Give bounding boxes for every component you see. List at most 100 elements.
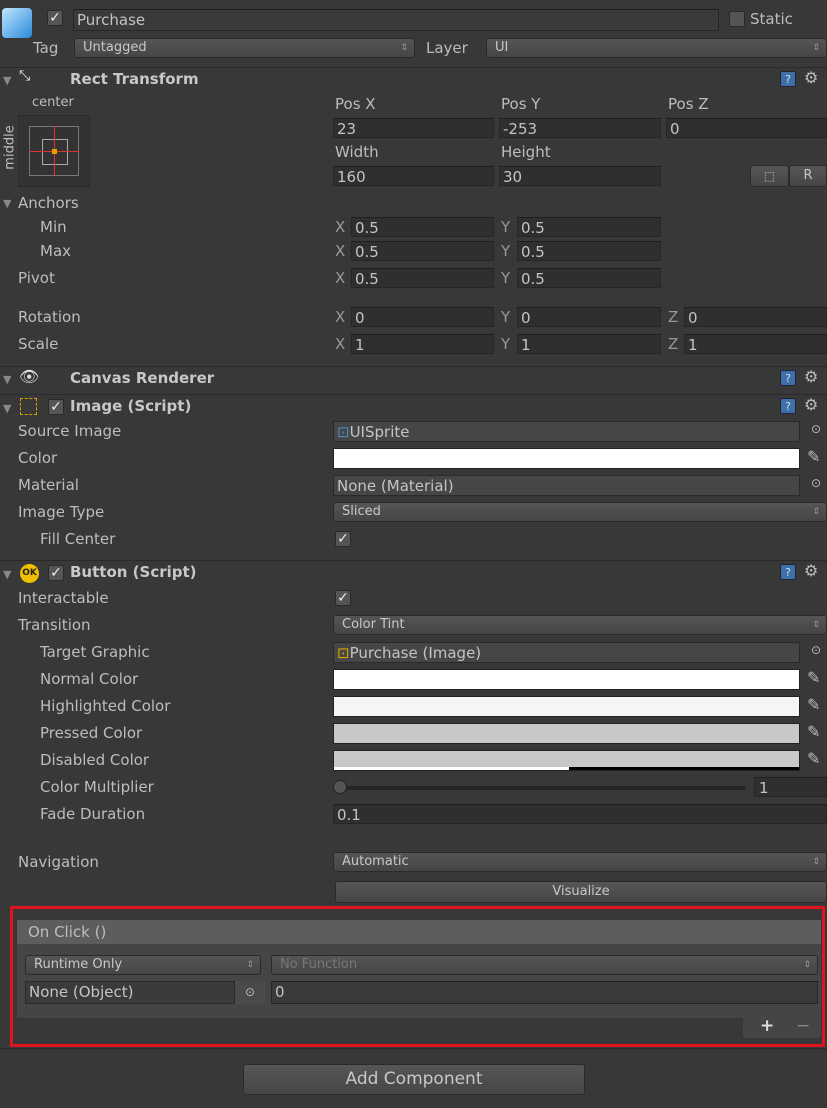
button-title: Button (Script) xyxy=(70,563,197,581)
interactable-checkbox[interactable]: ✓ xyxy=(335,590,351,606)
rect-transform-title: Rect Transform xyxy=(70,70,199,88)
color-multiplier-field[interactable]: 1 xyxy=(754,777,827,797)
disabled-color-swatch[interactable] xyxy=(333,750,800,771)
eyedropper-icon[interactable]: ✎ xyxy=(807,695,820,714)
object-picker-icon[interactable]: ⊙ xyxy=(811,643,821,657)
tag-dropdown[interactable]: Untagged ⇕ xyxy=(74,38,415,58)
source-image-field[interactable]: ⊡UISprite xyxy=(333,421,800,442)
button-enabled-checkbox[interactable]: ✓ xyxy=(48,565,64,581)
layer-dropdown[interactable]: UI ⇕ xyxy=(486,38,827,58)
object-picker-icon[interactable]: ⊙ xyxy=(811,476,821,490)
rotation-x-field[interactable]: 0 xyxy=(351,307,494,327)
gear-icon[interactable]: ⚙ xyxy=(804,367,818,386)
rot-x-label: X xyxy=(335,308,346,326)
static-checkbox[interactable] xyxy=(729,11,745,27)
pivot-y-label: Y xyxy=(501,269,511,287)
image-title: Image (Script) xyxy=(70,397,192,415)
foldout-triangle-icon[interactable]: ▼ xyxy=(3,568,11,581)
help-icon[interactable]: ? xyxy=(780,370,796,386)
fade-duration-field[interactable]: 0.1 xyxy=(333,804,827,824)
color-label: Color xyxy=(18,449,58,467)
image-enabled-checkbox[interactable]: ✓ xyxy=(48,399,64,415)
object-picker-icon[interactable]: ⊙ xyxy=(811,422,821,436)
transition-dropdown[interactable]: Color Tint ⇕ xyxy=(333,615,827,635)
rotation-y-field[interactable]: 0 xyxy=(517,307,661,327)
help-icon[interactable]: ? xyxy=(780,398,796,414)
highlighted-color-swatch[interactable] xyxy=(333,696,800,717)
dropdown-arrow-icon: ⇕ xyxy=(812,620,820,630)
pos-y-label: Pos Y xyxy=(501,95,541,113)
raw-edit-button[interactable]: R xyxy=(789,165,827,187)
pivot-x-label: X xyxy=(335,269,346,287)
visualize-button[interactable]: Visualize xyxy=(335,881,827,903)
add-listener-button[interactable]: + xyxy=(760,1016,774,1036)
tag-value: Untagged xyxy=(83,40,147,55)
name-field[interactable]: Purchase xyxy=(73,9,719,31)
argument-field[interactable]: 0 xyxy=(271,981,818,1004)
blueprint-mode-button[interactable]: ⬚ xyxy=(750,165,789,187)
dropdown-arrow-icon: ⇕ xyxy=(812,507,820,517)
fill-center-checkbox[interactable]: ✓ xyxy=(335,531,351,547)
min-x-field[interactable]: 0.5 xyxy=(351,217,494,237)
normal-color-swatch[interactable] xyxy=(333,669,800,690)
remove-listener-button[interactable]: − xyxy=(796,1016,810,1036)
highlighted-color-label: Highlighted Color xyxy=(40,697,171,715)
foldout-triangle-icon[interactable]: ▼ xyxy=(3,402,11,415)
eyedropper-icon[interactable]: ✎ xyxy=(807,447,820,466)
dropdown-arrow-icon: ⇕ xyxy=(400,43,408,53)
color-multiplier-slider-track[interactable] xyxy=(340,786,746,790)
material-label: Material xyxy=(18,476,79,494)
static-label: Static xyxy=(750,10,793,28)
active-checkbox[interactable]: ✓ xyxy=(47,10,63,26)
pos-x-field[interactable]: 23 xyxy=(333,118,494,138)
pivot-x-field[interactable]: 0.5 xyxy=(351,268,494,288)
scale-z-field[interactable]: 1 xyxy=(684,334,827,354)
target-graphic-field[interactable]: ⊡Purchase (Image) xyxy=(333,642,800,663)
eyedropper-icon[interactable]: ✎ xyxy=(807,722,820,741)
target-object-field[interactable]: None (Object) xyxy=(25,981,235,1004)
eyedropper-icon[interactable]: ✎ xyxy=(807,668,820,687)
min-y-label: Y xyxy=(501,218,511,236)
image-icon: ⊡ xyxy=(337,644,350,662)
pos-z-field[interactable]: 0 xyxy=(666,118,827,138)
rotation-z-field[interactable]: 0 xyxy=(684,307,827,327)
gear-icon[interactable]: ⚙ xyxy=(804,68,818,87)
max-y-field[interactable]: 0.5 xyxy=(517,241,661,261)
pos-y-field[interactable]: -253 xyxy=(499,118,661,138)
foldout-triangle-icon[interactable]: ▼ xyxy=(3,373,11,386)
anchors-foldout-icon[interactable]: ▼ xyxy=(3,197,11,210)
anchors-label: Anchors xyxy=(18,194,79,212)
image-type-label: Image Type xyxy=(18,503,105,521)
image-component-icon xyxy=(20,398,37,415)
height-field[interactable]: 30 xyxy=(499,166,661,186)
gear-icon[interactable]: ⚙ xyxy=(804,561,818,580)
scale-x-field[interactable]: 1 xyxy=(351,334,494,354)
navigation-dropdown[interactable]: Automatic ⇕ xyxy=(333,852,827,872)
object-picker-icon[interactable]: ⊙ xyxy=(235,981,265,1004)
image-type-dropdown[interactable]: Sliced ⇕ xyxy=(333,502,827,522)
color-swatch[interactable] xyxy=(333,448,800,469)
button-component-icon: OK xyxy=(20,564,39,583)
help-icon[interactable]: ? xyxy=(780,564,796,580)
pivot-y-field[interactable]: 0.5 xyxy=(517,268,661,288)
min-y-field[interactable]: 0.5 xyxy=(517,217,661,237)
max-x-field[interactable]: 0.5 xyxy=(351,241,494,261)
function-dropdown[interactable]: No Function ⇕ xyxy=(271,955,818,975)
rect-transform-icon: ⤡ xyxy=(19,68,31,84)
pressed-color-swatch[interactable] xyxy=(333,723,800,744)
target-graphic-value: Purchase (Image) xyxy=(349,644,482,662)
gameobject-cube-icon[interactable] xyxy=(2,8,32,38)
min-label: Min xyxy=(40,218,67,236)
eyedropper-icon[interactable]: ✎ xyxy=(807,749,820,768)
add-component-button[interactable]: Add Component xyxy=(243,1064,585,1095)
eye-icon: 👁 xyxy=(19,367,40,386)
help-icon[interactable]: ? xyxy=(780,71,796,87)
material-field[interactable]: None (Material) xyxy=(333,475,800,496)
gear-icon[interactable]: ⚙ xyxy=(804,395,818,414)
scale-y-field[interactable]: 1 xyxy=(517,334,661,354)
color-multiplier-slider-handle[interactable] xyxy=(333,780,347,794)
anchor-preset-button[interactable] xyxy=(18,115,90,187)
width-field[interactable]: 160 xyxy=(333,166,494,186)
foldout-triangle-icon[interactable]: ▼ xyxy=(3,74,11,87)
runtime-mode-dropdown[interactable]: Runtime Only ⇕ xyxy=(25,955,261,975)
